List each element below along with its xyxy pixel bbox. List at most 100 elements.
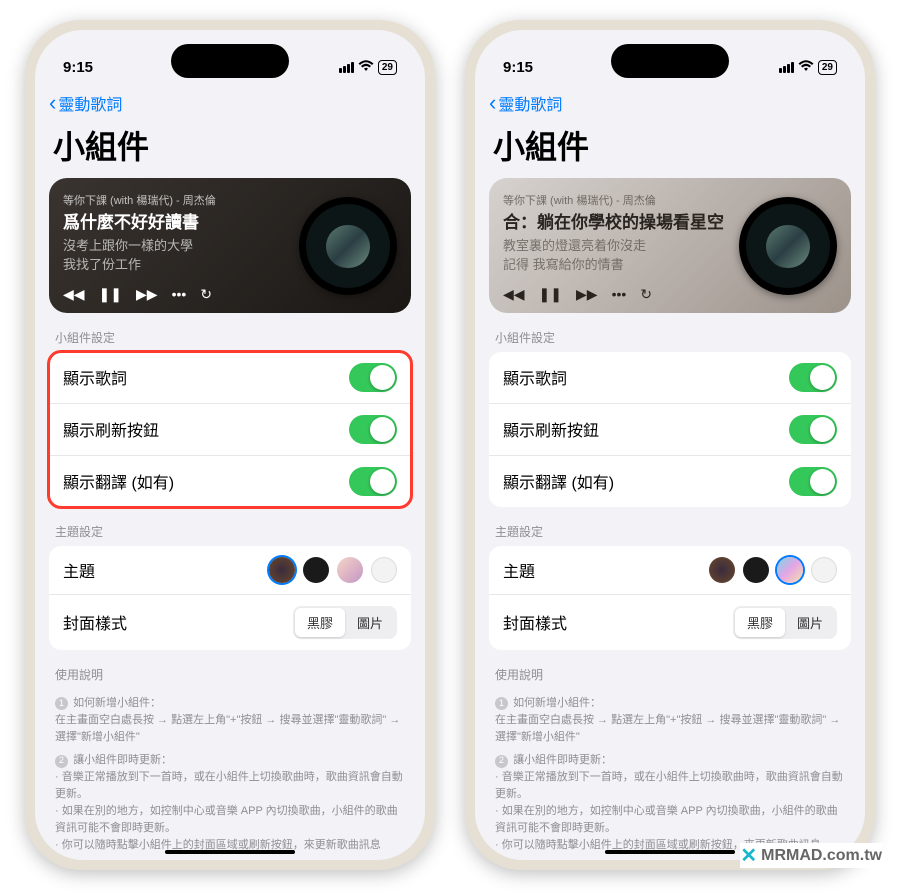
forward-icon[interactable]: ▶▶ [576, 286, 598, 303]
section-theme-label: 主題設定 [489, 507, 851, 546]
row-label: 顯示翻譯 (如有) [63, 469, 174, 493]
row-theme: 主題 [489, 546, 851, 595]
row-show-lyrics[interactable]: 顯示歌詞 [49, 352, 411, 404]
dynamic-island [171, 44, 289, 78]
theme-swatch-1[interactable] [269, 557, 295, 583]
home-indicator[interactable] [605, 850, 735, 854]
lyric-line: 記得 我寫給你的情書 [503, 256, 729, 275]
song-main-lyric: 合：躺在你學校的操場看星空 [503, 212, 729, 233]
refresh-icon[interactable]: ↻ [640, 286, 652, 303]
seg-vinyl[interactable]: 黑膠 [735, 608, 785, 637]
dynamic-island [611, 44, 729, 78]
section-widget-label: 小組件設定 [489, 313, 851, 352]
screen: 9:15 29 ‹ 靈動歌詞 小組件 等你下課 (with 楊瑞代) - 周杰倫… [35, 30, 425, 860]
widget-preview[interactable]: 等你下課 (with 楊瑞代) - 周杰倫 合：躺在你學校的操場看星空 教室裏的… [489, 178, 851, 313]
toggle-show-refresh[interactable] [349, 415, 397, 444]
watermark: ✕ MRMAD.com.tw [740, 843, 882, 868]
row-show-translate[interactable]: 顯示翻譯 (如有) [49, 456, 411, 507]
theme-swatch-4[interactable] [371, 557, 397, 583]
album-art-vinyl[interactable] [739, 197, 837, 295]
theme-swatch-4[interactable] [811, 557, 837, 583]
toggle-show-lyrics[interactable] [789, 363, 837, 392]
forward-icon[interactable]: ▶▶ [136, 286, 158, 303]
lyric-line: 教室裏的燈還亮着你沒走 [503, 237, 729, 256]
toggle-show-lyrics[interactable] [349, 363, 397, 392]
help-text: 1 如何新增小組件： 在主畫面空白處長按 → 點選左上角"+"按鈕 → 搜尋並選… [489, 689, 851, 854]
section-widget-label: 小組件設定 [49, 313, 411, 352]
cellular-icon [339, 62, 354, 73]
widget-settings-list: 顯示歌詞 顯示刷新按鈕 顯示翻譯 (如有) [489, 352, 851, 507]
pause-icon[interactable]: ❚❚ [539, 286, 562, 303]
row-label: 封面樣式 [63, 610, 127, 634]
row-label: 顯示歌詞 [503, 365, 567, 389]
lyric-line: 我找了份工作 [63, 256, 289, 275]
chevron-left-icon: ‹ [49, 90, 56, 116]
battery-icon: 29 [818, 60, 837, 75]
seg-image[interactable]: 圖片 [785, 608, 835, 637]
chevron-left-icon: ‹ [489, 90, 496, 116]
pause-icon[interactable]: ❚❚ [99, 286, 122, 303]
watermark-text: MRMAD.com.tw [761, 847, 882, 865]
lyric-line: 沒考上跟你一樣的大學 [63, 237, 289, 256]
row-show-refresh[interactable]: 顯示刷新按鈕 [49, 404, 411, 456]
watermark-icon: ✕ [740, 843, 757, 868]
page-title: 小組件 [35, 118, 425, 178]
battery-icon: 29 [378, 60, 397, 75]
row-label: 顯示歌詞 [63, 365, 127, 389]
back-label: 靈動歌詞 [498, 91, 562, 115]
seg-image[interactable]: 圖片 [345, 608, 395, 637]
row-cover-style: 封面樣式 黑膠 圖片 [489, 595, 851, 650]
wifi-icon [798, 60, 814, 75]
row-label: 顯示翻譯 (如有) [503, 469, 614, 493]
toggle-show-translate[interactable] [789, 467, 837, 496]
theme-settings-list: 主題 封面樣式 黑膠 圖片 [489, 546, 851, 650]
section-theme-label: 主題設定 [49, 507, 411, 546]
rewind-icon[interactable]: ◀◀ [63, 286, 85, 303]
toggle-show-translate[interactable] [349, 467, 397, 496]
clock: 9:15 [503, 59, 533, 76]
song-main-lyric: 爲什麼不好好讀書 [63, 212, 289, 233]
phone-left: 9:15 29 ‹ 靈動歌詞 小組件 等你下課 (with 楊瑞代) - 周杰倫… [25, 20, 435, 870]
theme-swatch-2[interactable] [743, 557, 769, 583]
section-help-label: 使用說明 [49, 650, 411, 689]
row-label: 顯示刷新按鈕 [503, 417, 599, 441]
nav-back[interactable]: ‹ 靈動歌詞 [35, 84, 425, 118]
theme-swatch-2[interactable] [303, 557, 329, 583]
row-label: 主題 [503, 558, 535, 582]
more-icon[interactable]: ••• [612, 286, 627, 302]
theme-swatch-3[interactable] [337, 557, 363, 583]
seg-vinyl[interactable]: 黑膠 [295, 608, 345, 637]
cover-segment[interactable]: 黑膠 圖片 [733, 606, 837, 639]
song-subtitle: 等你下課 (with 楊瑞代) - 周杰倫 [503, 192, 729, 208]
theme-swatch-3[interactable] [777, 557, 803, 583]
help-text: 1 如何新增小組件： 在主畫面空白處長按 → 點選左上角"+"按鈕 → 搜尋並選… [49, 689, 411, 854]
row-show-lyrics[interactable]: 顯示歌詞 [489, 352, 851, 404]
row-show-translate[interactable]: 顯示翻譯 (如有) [489, 456, 851, 507]
back-label: 靈動歌詞 [58, 91, 122, 115]
song-subtitle: 等你下課 (with 楊瑞代) - 周杰倫 [63, 192, 289, 208]
album-art-vinyl[interactable] [299, 197, 397, 295]
toggle-show-refresh[interactable] [789, 415, 837, 444]
rewind-icon[interactable]: ◀◀ [503, 286, 525, 303]
wifi-icon [358, 60, 374, 75]
row-show-refresh[interactable]: 顯示刷新按鈕 [489, 404, 851, 456]
refresh-icon[interactable]: ↻ [200, 286, 212, 303]
nav-back[interactable]: ‹ 靈動歌詞 [475, 84, 865, 118]
screen: 9:15 29 ‹ 靈動歌詞 小組件 等你下課 (with 楊瑞代) - 周杰倫… [475, 30, 865, 860]
home-indicator[interactable] [165, 850, 295, 854]
row-cover-style: 封面樣式 黑膠 圖片 [49, 595, 411, 650]
row-theme: 主題 [49, 546, 411, 595]
widget-settings-list: 顯示歌詞 顯示刷新按鈕 顯示翻譯 (如有) [49, 352, 411, 507]
more-icon[interactable]: ••• [172, 286, 187, 302]
page-title: 小組件 [475, 118, 865, 178]
cover-segment[interactable]: 黑膠 圖片 [293, 606, 397, 639]
player-controls: ◀◀ ❚❚ ▶▶ ••• ↻ [503, 286, 652, 303]
theme-settings-list: 主題 封面樣式 黑膠 圖片 [49, 546, 411, 650]
row-label: 主題 [63, 558, 95, 582]
phone-right: 9:15 29 ‹ 靈動歌詞 小組件 等你下課 (with 楊瑞代) - 周杰倫… [465, 20, 875, 870]
clock: 9:15 [63, 59, 93, 76]
row-label: 封面樣式 [503, 610, 567, 634]
widget-preview[interactable]: 等你下課 (with 楊瑞代) - 周杰倫 爲什麼不好好讀書 沒考上跟你一樣的大… [49, 178, 411, 313]
theme-swatch-1[interactable] [709, 557, 735, 583]
cellular-icon [779, 62, 794, 73]
